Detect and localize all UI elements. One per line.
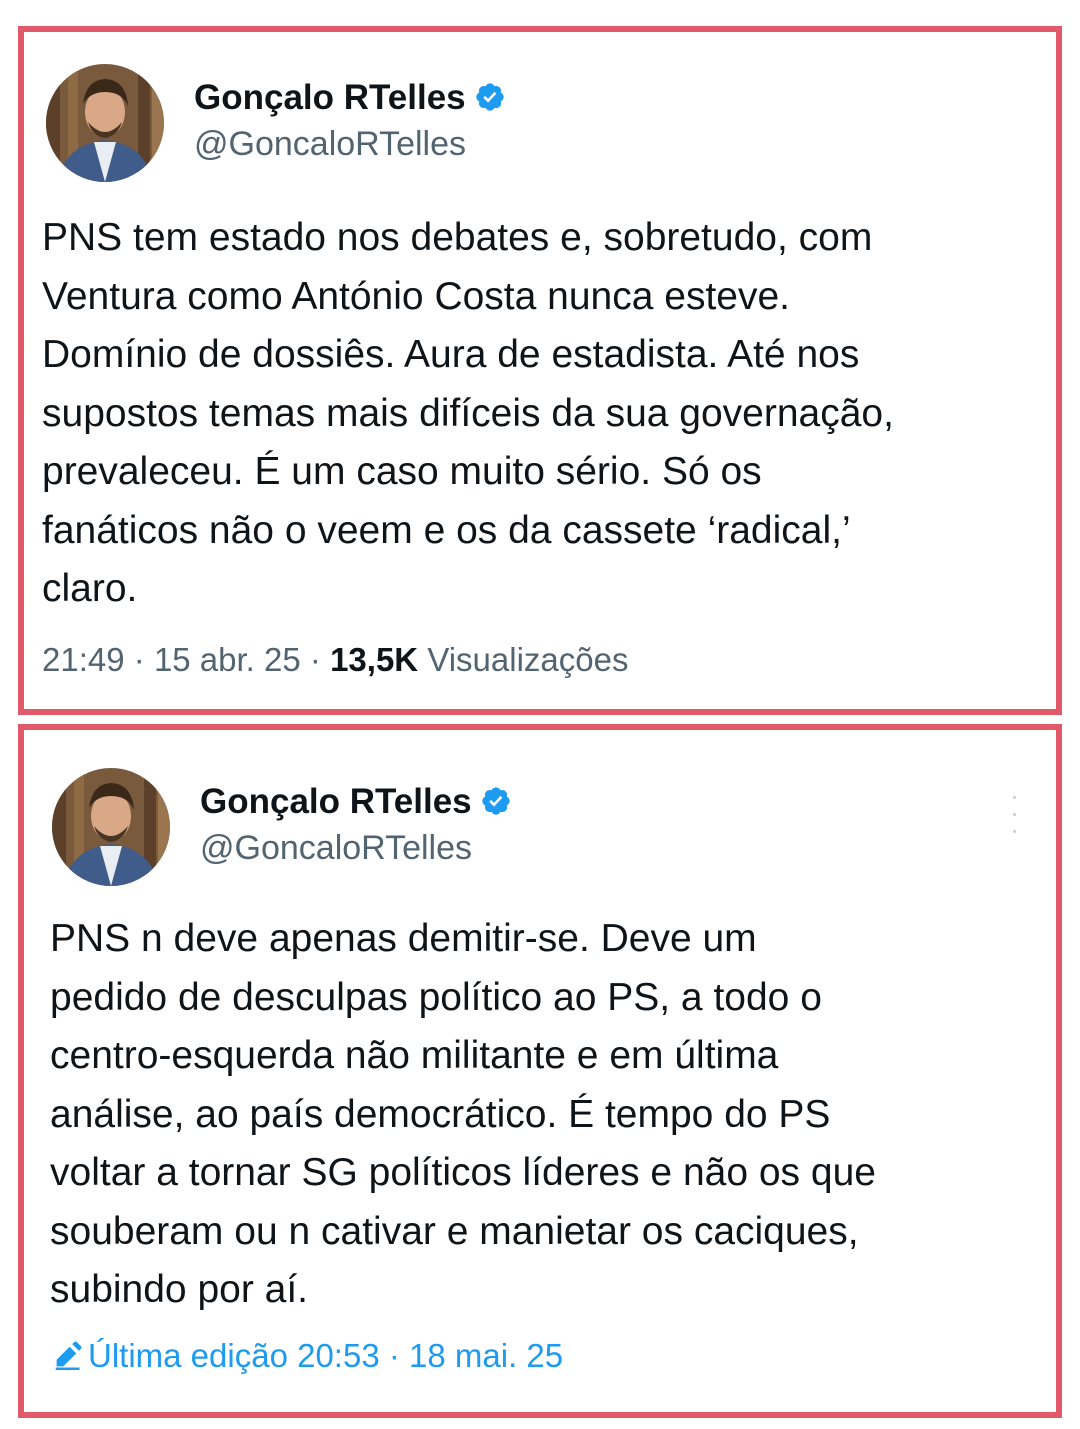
tweet-text: PNS tem estado nos debates e, sobretudo,… <box>42 209 894 619</box>
tweet-card-2: Gonçalo RTelles @GoncaloRTelles PNS n de… <box>18 724 1062 1418</box>
views-count[interactable]: 13,5K <box>330 641 418 678</box>
avatar-photo <box>46 64 164 182</box>
tweet-text-line: claro. <box>42 567 138 610</box>
display-name-text[interactable]: Gonçalo RTelles <box>200 782 472 821</box>
avatar-photo <box>52 768 170 886</box>
verified-badge-icon <box>481 787 510 815</box>
tweet-text-line: prevaleceu. É um caso muito sério. Só os <box>42 450 762 493</box>
tweet-text: PNS n deve apenas demitir-se. Deve um pe… <box>50 910 876 1320</box>
tweet-date[interactable]: 18 mai. 25 <box>409 1337 563 1374</box>
tweet-text-line: centro-esquerda não militante e em últim… <box>50 1034 779 1077</box>
views-label[interactable]: Visualizações <box>427 641 628 678</box>
edit-history-link[interactable]: Última edição 20:53 · 18 mai. 25 <box>52 1336 563 1376</box>
separator: · <box>309 641 321 678</box>
author-handle[interactable]: @GoncaloRTelles <box>200 828 472 868</box>
edited-label[interactable]: Última edição <box>88 1337 288 1374</box>
tweet-text-line: Domínio de dossiês. Aura de estadista. A… <box>42 333 860 376</box>
author-handle[interactable]: @GoncaloRTelles <box>194 124 466 164</box>
avatar[interactable] <box>46 64 164 182</box>
tweet-date[interactable]: 15 abr. 25 <box>154 641 301 678</box>
tweet-text-line: PNS n deve apenas demitir-se. Deve um <box>50 917 757 960</box>
pencil-icon <box>55 1341 82 1371</box>
tweet-card-1: Gonçalo RTelles @GoncaloRTelles PNS tem … <box>18 26 1062 715</box>
tweet-time[interactable]: 21:49 <box>42 641 125 678</box>
separator: · <box>133 641 145 678</box>
tweet-metadata: 21:49 · 15 abr. 25 · 13,5K Visualizações <box>42 640 629 680</box>
tweet-text-line: fanáticos não o veem e os da cassete ‘ra… <box>42 508 851 552</box>
tweet-text-line: PNS tem estado nos debates e, sobretudo,… <box>42 216 873 259</box>
verified-badge-icon <box>475 83 504 111</box>
tweet-text-line: souberam ou n cativar e manietar os caci… <box>50 1209 859 1253</box>
tweet-text-line: supostos temas mais difíceis da sua gove… <box>42 391 894 435</box>
tweet-text-line: subindo por aí. <box>50 1268 309 1311</box>
display-name-text[interactable]: Gonçalo RTelles <box>194 78 466 117</box>
tweet-text-line: voltar a tornar SG políticos líderes e n… <box>50 1151 876 1194</box>
author-display-name[interactable]: Gonçalo RTelles <box>194 78 506 118</box>
tweet-text-line: pedido de desculpas político ao PS, a to… <box>50 975 822 1019</box>
tweet-text-line: Ventura como António Costa nunca esteve. <box>42 274 790 318</box>
avatar[interactable] <box>52 768 170 886</box>
separator: · <box>388 1337 400 1374</box>
tweet-time[interactable]: 20:53 <box>297 1337 380 1374</box>
tweet-text-line: análise, ao país democrático. É tempo do… <box>50 1092 831 1136</box>
more-options-icon[interactable] <box>1012 796 1018 836</box>
author-display-name[interactable]: Gonçalo RTelles <box>200 782 512 822</box>
